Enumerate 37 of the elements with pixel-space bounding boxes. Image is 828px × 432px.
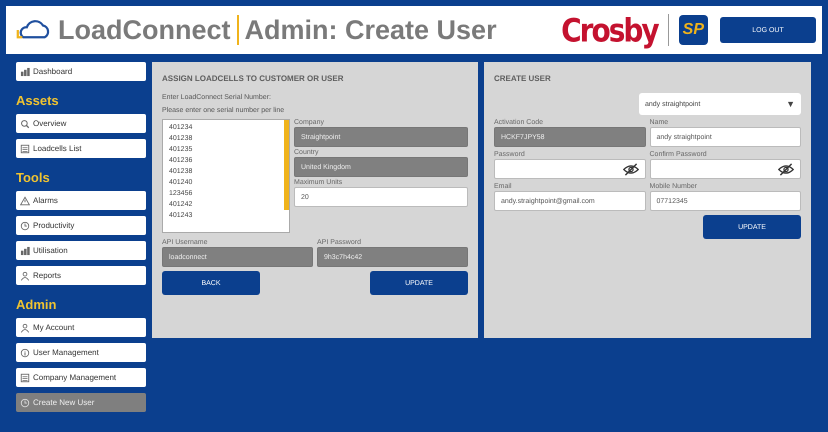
hidden-eye-icon[interactable]: [622, 162, 638, 176]
sidebar-item[interactable]: My Account: [16, 318, 146, 337]
sidebar-item[interactable]: Company Management: [16, 368, 146, 387]
sidebar-item[interactable]: Productivity: [16, 216, 146, 235]
warning-icon: [20, 196, 30, 206]
sidebar-item[interactable]: Overview: [16, 114, 146, 133]
sidebar-item[interactable]: Loadcells List: [16, 139, 146, 158]
app-name: LoadConnect: [58, 14, 230, 46]
password-field[interactable]: [494, 159, 646, 179]
cloud-logo-icon: [16, 19, 52, 41]
caret-icon: ▼: [786, 99, 795, 109]
page-title: Admin: Create User: [244, 14, 497, 46]
brand-badge: SP: [678, 15, 708, 45]
panel-title: ASSIGN LOADCELLS TO CUSTOMER OR USER: [162, 73, 344, 85]
list-icon: [20, 372, 30, 382]
person-icon: [20, 322, 30, 332]
clock-icon: [20, 220, 30, 230]
scrollbar[interactable]: [284, 120, 289, 210]
search-icon: [20, 118, 30, 128]
sidebar-item[interactable]: Reports: [16, 266, 146, 285]
bar-chart-icon: [20, 66, 30, 76]
sidebar-item[interactable]: Utilisation: [16, 241, 146, 260]
list-icon: [20, 144, 30, 154]
person-icon: [20, 270, 30, 280]
section-heading: Admin: [16, 297, 58, 312]
panel-title: CREATE USER: [494, 73, 552, 85]
section-heading: Assets: [16, 93, 60, 108]
password-field[interactable]: [650, 159, 801, 179]
sidebar-item[interactable]: Alarms: [16, 191, 146, 210]
bar-chart-icon: [20, 246, 30, 256]
brand-logo: Crosby: [561, 11, 658, 49]
sidebar-item[interactable]: Dashboard: [16, 62, 146, 81]
clock-icon: [20, 398, 30, 408]
hidden-eye-icon[interactable]: [778, 162, 794, 176]
section-heading: Tools: [16, 170, 51, 185]
sidebar-item[interactable]: User Management: [16, 343, 146, 362]
info-icon: [20, 348, 30, 358]
